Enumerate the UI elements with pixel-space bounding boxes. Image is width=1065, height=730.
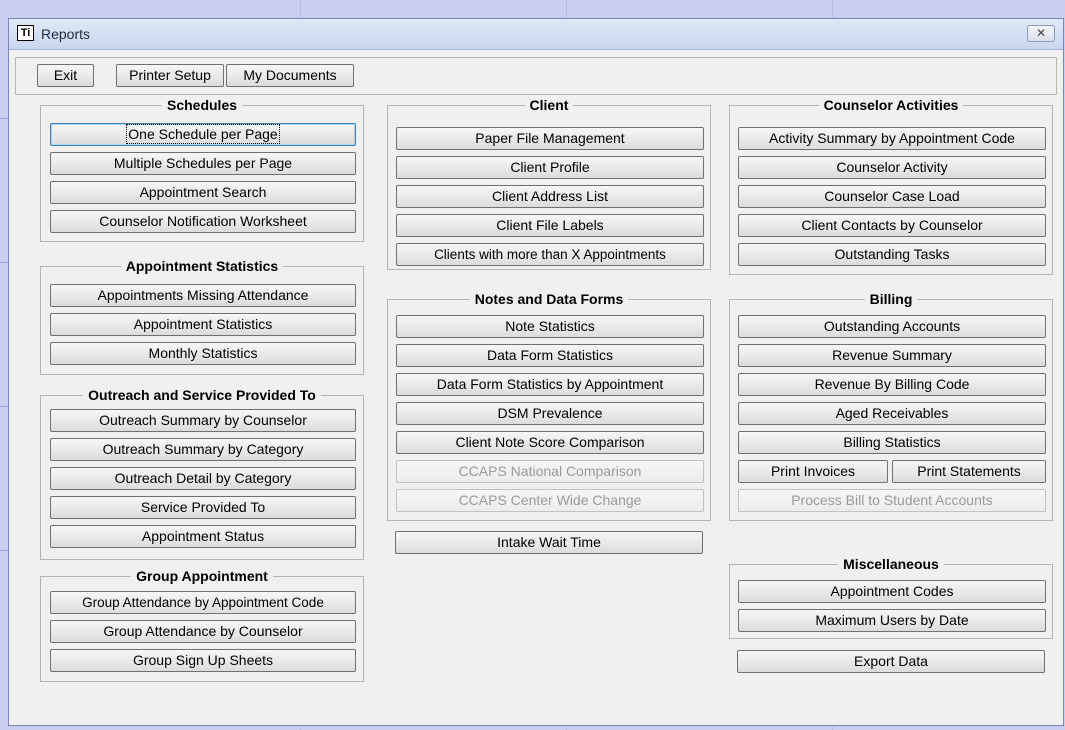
- group-title-miscellaneous: Miscellaneous: [838, 556, 944, 572]
- ccaps-center-wide-change-button[interactable]: CCAPS Center Wide Change: [396, 489, 704, 512]
- data-form-statistics-by-appointment-button[interactable]: Data Form Statistics by Appointment: [396, 373, 704, 396]
- group-title-client: Client: [524, 97, 574, 113]
- group-sign-up-sheets-button[interactable]: Group Sign Up Sheets: [50, 649, 356, 672]
- group-title-billing: Billing: [864, 291, 918, 307]
- group-title-group-appointment: Group Appointment: [131, 568, 273, 584]
- outreach-summary-by-counselor-button[interactable]: Outreach Summary by Counselor: [50, 409, 356, 432]
- clients-with-more-than-x-appointments-button[interactable]: Clients with more than X Appointments: [396, 243, 704, 266]
- exit-button[interactable]: Exit: [37, 64, 94, 87]
- print-invoices-button[interactable]: Print Invoices: [738, 460, 888, 483]
- note-statistics-button[interactable]: Note Statistics: [396, 315, 704, 338]
- outreach-summary-by-category-button[interactable]: Outreach Summary by Category: [50, 438, 356, 461]
- maximum-users-by-date-button[interactable]: Maximum Users by Date: [738, 609, 1046, 632]
- service-provided-to-button[interactable]: Service Provided To: [50, 496, 356, 519]
- counselor-notification-worksheet-button[interactable]: Counselor Notification Worksheet: [50, 210, 356, 233]
- close-button[interactable]: ✕: [1027, 25, 1055, 42]
- group-outreach: Outreach and Service Provided To Outreac…: [40, 387, 364, 560]
- outreach-detail-by-category-button[interactable]: Outreach Detail by Category: [50, 467, 356, 490]
- billing-statistics-button[interactable]: Billing Statistics: [738, 431, 1046, 454]
- group-counselor-activities: Counselor Activities Activity Summary by…: [729, 97, 1053, 275]
- printer-setup-button[interactable]: Printer Setup: [116, 64, 224, 87]
- appointment-statistics-button[interactable]: Appointment Statistics: [50, 313, 356, 336]
- reports-window: Ti Reports ✕ Exit Printer Setup My Docum…: [8, 18, 1064, 726]
- my-documents-button[interactable]: My Documents: [226, 64, 354, 87]
- process-bill-to-student-accounts-button[interactable]: Process Bill to Student Accounts: [738, 489, 1046, 512]
- toolbar: Exit Printer Setup My Documents: [15, 57, 1057, 95]
- group-billing: Billing Outstanding Accounts Revenue Sum…: [729, 291, 1053, 521]
- close-icon: ✕: [1035, 26, 1047, 40]
- group-title-notes-and-data-forms: Notes and Data Forms: [469, 291, 629, 307]
- group-notes-and-data-forms: Notes and Data Forms Note Statistics Dat…: [387, 291, 711, 521]
- paper-file-management-button[interactable]: Paper File Management: [396, 127, 704, 150]
- client-profile-button[interactable]: Client Profile: [396, 156, 704, 179]
- one-schedule-per-page-button[interactable]: One Schedule per Page: [50, 123, 356, 146]
- group-miscellaneous: Miscellaneous Appointment Codes Maximum …: [729, 556, 1053, 639]
- dsm-prevalence-button[interactable]: DSM Prevalence: [396, 402, 704, 425]
- print-statements-button[interactable]: Print Statements: [892, 460, 1046, 483]
- group-schedules: Schedules One Schedule per Page Multiple…: [40, 97, 364, 242]
- group-title-outreach: Outreach and Service Provided To: [83, 387, 321, 403]
- appointments-missing-attendance-button[interactable]: Appointments Missing Attendance: [50, 284, 356, 307]
- group-attendance-by-appointment-code-button[interactable]: Group Attendance by Appointment Code: [50, 591, 356, 614]
- client-address-list-button[interactable]: Client Address List: [396, 185, 704, 208]
- appointment-status-button[interactable]: Appointment Status: [50, 525, 356, 548]
- ccaps-national-comparison-button[interactable]: CCAPS National Comparison: [396, 460, 704, 483]
- multiple-schedules-per-page-button[interactable]: Multiple Schedules per Page: [50, 152, 356, 175]
- activity-summary-by-appointment-code-button[interactable]: Activity Summary by Appointment Code: [738, 127, 1046, 150]
- aged-receivables-button[interactable]: Aged Receivables: [738, 402, 1046, 425]
- group-appointment-statistics: Appointment Statistics Appointments Miss…: [40, 258, 364, 375]
- counselor-activity-button[interactable]: Counselor Activity: [738, 156, 1046, 179]
- group-attendance-by-counselor-button[interactable]: Group Attendance by Counselor: [50, 620, 356, 643]
- group-title-appointment-statistics: Appointment Statistics: [120, 258, 284, 274]
- client-note-score-comparison-button[interactable]: Client Note Score Comparison: [396, 431, 704, 454]
- group-client: Client Paper File Management Client Prof…: [387, 97, 711, 270]
- client-contacts-by-counselor-button[interactable]: Client Contacts by Counselor: [738, 214, 1046, 237]
- revenue-summary-button[interactable]: Revenue Summary: [738, 344, 1046, 367]
- counselor-case-load-button[interactable]: Counselor Case Load: [738, 185, 1046, 208]
- title-bar[interactable]: Ti Reports ✕: [9, 19, 1063, 50]
- appointment-search-button[interactable]: Appointment Search: [50, 181, 356, 204]
- appointment-codes-button[interactable]: Appointment Codes: [738, 580, 1046, 603]
- data-form-statistics-button[interactable]: Data Form Statistics: [396, 344, 704, 367]
- intake-wait-time-button[interactable]: Intake Wait Time: [395, 531, 703, 554]
- app-icon: Ti: [17, 25, 34, 41]
- monthly-statistics-button[interactable]: Monthly Statistics: [50, 342, 356, 365]
- outstanding-tasks-button[interactable]: Outstanding Tasks: [738, 243, 1046, 266]
- group-title-counselor-activities: Counselor Activities: [818, 97, 964, 113]
- export-data-button[interactable]: Export Data: [737, 650, 1045, 673]
- revenue-by-billing-code-button[interactable]: Revenue By Billing Code: [738, 373, 1046, 396]
- group-title-schedules: Schedules: [161, 97, 243, 113]
- client-file-labels-button[interactable]: Client File Labels: [396, 214, 704, 237]
- group-group-appointment: Group Appointment Group Attendance by Ap…: [40, 568, 364, 682]
- window-title: Reports: [41, 26, 91, 42]
- outstanding-accounts-button[interactable]: Outstanding Accounts: [738, 315, 1046, 338]
